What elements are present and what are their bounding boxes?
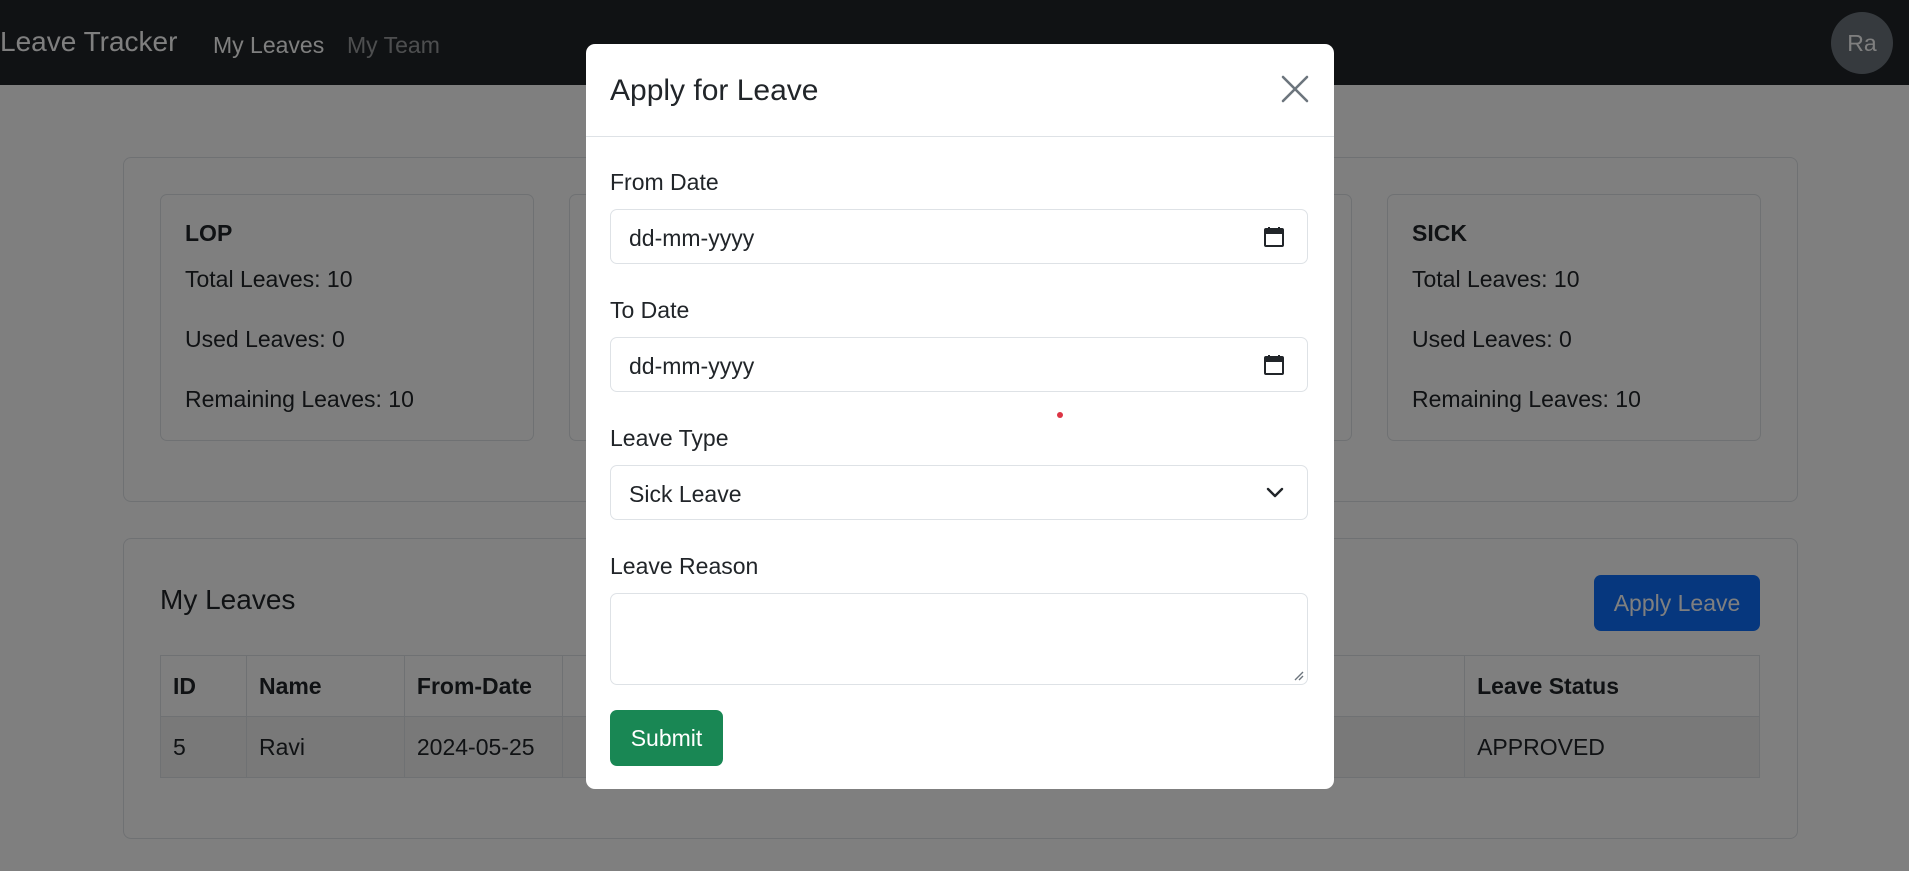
calendar-icon[interactable] — [1263, 354, 1285, 376]
to-date-placeholder: dd-mm-yyyy — [629, 353, 755, 379]
from-date-label: From Date — [610, 169, 719, 195]
leave-type-label: Leave Type — [610, 425, 729, 451]
leave-reason-label: Leave Reason — [610, 553, 759, 579]
resize-grip-icon[interactable] — [1292, 669, 1304, 681]
to-date-label: To Date — [610, 297, 690, 323]
leave-type-selected: Sick Leave — [629, 481, 742, 507]
close-button[interactable] — [1280, 74, 1310, 104]
modal-header: Apply for Leave — [586, 44, 1334, 137]
chevron-down-icon — [1266, 487, 1284, 498]
to-date-input[interactable]: dd-mm-yyyy — [610, 337, 1308, 392]
close-icon — [1281, 75, 1309, 103]
modal-title: Apply for Leave — [610, 74, 819, 107]
calendar-icon[interactable] — [1263, 226, 1285, 248]
cursor-indicator — [1057, 412, 1063, 418]
from-date-input[interactable]: dd-mm-yyyy — [610, 209, 1308, 264]
from-date-placeholder: dd-mm-yyyy — [629, 225, 755, 251]
leave-reason-textarea[interactable] — [610, 593, 1308, 685]
submit-button[interactable]: Submit — [610, 710, 723, 766]
leave-type-select[interactable]: Sick Leave — [610, 465, 1308, 520]
apply-leave-modal: Apply for Leave From Date dd-mm-yyyy To … — [586, 44, 1334, 789]
